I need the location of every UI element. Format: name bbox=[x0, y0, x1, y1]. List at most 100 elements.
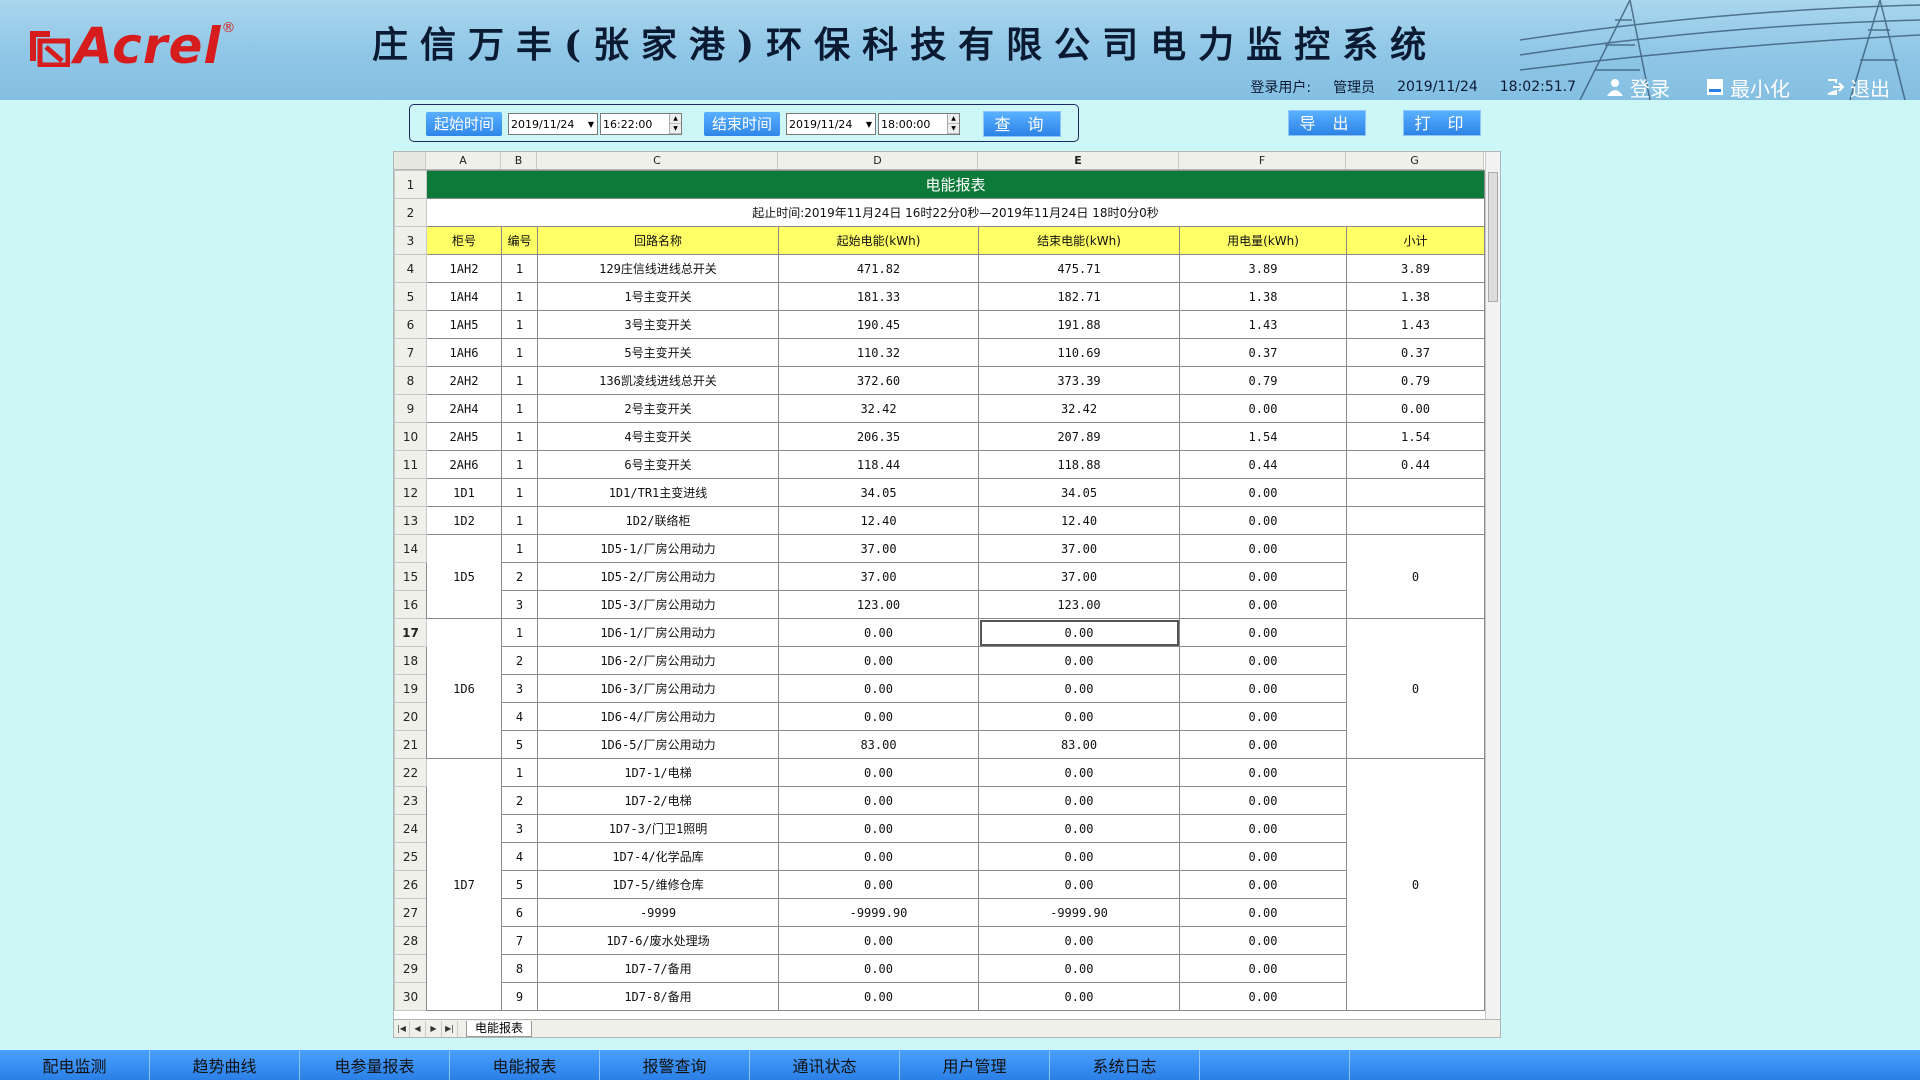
cabinet-cell[interactable]: 1D1 bbox=[426, 478, 502, 507]
end-energy-cell[interactable]: 37.00 bbox=[978, 562, 1180, 591]
row-number[interactable]: 18 bbox=[394, 646, 427, 675]
column-header[interactable]: B bbox=[501, 152, 537, 169]
end-energy-cell[interactable]: 207.89 bbox=[978, 422, 1180, 451]
row-number[interactable]: 10 bbox=[394, 422, 427, 451]
start-time-input[interactable] bbox=[601, 117, 669, 131]
circuit-name-cell[interactable]: 1D2/联络柜 bbox=[537, 506, 779, 535]
scrollbar-thumb[interactable] bbox=[1488, 172, 1498, 302]
row-number[interactable]: 12 bbox=[394, 478, 427, 507]
subtotal-cell[interactable]: 0.00 bbox=[1346, 394, 1485, 423]
table-row[interactable]: 22 1D7 1 1D7-1/电梯 0.00 0.00 0.00 0 bbox=[394, 758, 1485, 1011]
start-energy-cell[interactable]: 110.32 bbox=[778, 338, 979, 367]
start-energy-cell[interactable]: 0.00 bbox=[778, 926, 979, 955]
last-sheet-icon[interactable]: ▶| bbox=[442, 1020, 458, 1037]
end-time-stepper[interactable]: ▲▼ bbox=[878, 113, 960, 135]
minimize-button[interactable]: 最小化 bbox=[1706, 73, 1790, 100]
subtotal-cell[interactable]: 1.54 bbox=[1346, 422, 1485, 451]
table-row[interactable]: 23 2 1D7-2/电梯 0.00 0.00 0.00 bbox=[394, 786, 1485, 815]
row-number[interactable]: 3 bbox=[394, 226, 427, 255]
number-cell[interactable]: 1 bbox=[501, 758, 538, 787]
nav-user-management[interactable]: 用户管理 bbox=[900, 1050, 1050, 1080]
row-number[interactable]: 26 bbox=[394, 870, 427, 899]
row-number[interactable]: 16 bbox=[394, 590, 427, 619]
header-cell[interactable]: 小计 bbox=[1346, 226, 1485, 255]
start-energy-cell[interactable]: 0.00 bbox=[778, 786, 979, 815]
row-number[interactable]: 9 bbox=[394, 394, 427, 423]
number-cell[interactable]: 4 bbox=[501, 842, 538, 871]
nav-parameter-report[interactable]: 电参量报表 bbox=[300, 1050, 450, 1080]
cabinet-cell[interactable]: 1D7 bbox=[426, 758, 502, 1011]
circuit-name-cell[interactable]: 1D6-1/厂房公用动力 bbox=[537, 618, 779, 647]
circuit-name-cell[interactable]: 5号主变开关 bbox=[537, 338, 779, 367]
start-energy-cell[interactable]: 12.40 bbox=[778, 506, 979, 535]
table-row[interactable]: 13 1D2 1 1D2/联络柜 12.40 12.40 0.00 bbox=[394, 506, 1485, 535]
number-cell[interactable]: 7 bbox=[501, 926, 538, 955]
nav-energy-report[interactable]: 电能报表 bbox=[450, 1050, 600, 1080]
end-energy-cell[interactable]: 0.00 bbox=[978, 954, 1180, 983]
circuit-name-cell[interactable]: 1D7-8/备用 bbox=[537, 982, 779, 1011]
number-cell[interactable]: 2 bbox=[501, 646, 538, 675]
cabinet-cell[interactable]: 2AH2 bbox=[426, 366, 502, 395]
start-energy-cell[interactable]: 0.00 bbox=[778, 702, 979, 731]
start-energy-cell[interactable]: 190.45 bbox=[778, 310, 979, 339]
start-energy-cell[interactable]: 471.82 bbox=[778, 254, 979, 283]
row-number[interactable]: 14 bbox=[394, 534, 427, 563]
row-number[interactable]: 4 bbox=[394, 254, 427, 283]
usage-cell[interactable]: 0.00 bbox=[1179, 534, 1347, 563]
end-energy-cell[interactable]: 475.71 bbox=[978, 254, 1180, 283]
spin-icon[interactable]: ▲ ▼ bbox=[669, 114, 681, 134]
start-energy-cell[interactable]: 37.00 bbox=[778, 534, 979, 563]
sheet-tab[interactable]: 电能报表 bbox=[466, 1020, 533, 1037]
number-cell[interactable]: 2 bbox=[501, 786, 538, 815]
subtotal-cell[interactable]: 1.43 bbox=[1346, 310, 1485, 339]
row-number[interactable]: 23 bbox=[394, 786, 427, 815]
table-row[interactable]: 19 3 1D6-3/厂房公用动力 0.00 0.00 0.00 bbox=[394, 674, 1485, 703]
usage-cell[interactable]: 0.00 bbox=[1179, 730, 1347, 759]
nav-alarm-query[interactable]: 报警查询 bbox=[600, 1050, 750, 1080]
header-cell[interactable]: 回路名称 bbox=[537, 226, 779, 255]
subtotal-cell[interactable]: 0.44 bbox=[1346, 450, 1485, 479]
subtotal-cell[interactable]: 0 bbox=[1346, 534, 1485, 619]
table-row[interactable]: 12 1D1 1 1D1/TR1主变进线 34.05 34.05 0.00 bbox=[394, 478, 1485, 507]
circuit-name-cell[interactable]: 1D5-2/厂房公用动力 bbox=[537, 562, 779, 591]
row-number[interactable]: 29 bbox=[394, 954, 427, 983]
cabinet-cell[interactable]: 2AH4 bbox=[426, 394, 502, 423]
number-cell[interactable]: 1 bbox=[501, 478, 538, 507]
end-energy-cell[interactable]: 110.69 bbox=[978, 338, 1180, 367]
subtotal-cell[interactable]: 0.37 bbox=[1346, 338, 1485, 367]
table-row[interactable]: 6 1AH5 1 3号主变开关 190.45 191.88 1.43 1.43 bbox=[394, 310, 1485, 339]
end-energy-cell[interactable]: 0.00 bbox=[978, 842, 1180, 871]
spin-icon[interactable]: ▲ ▼ bbox=[947, 114, 959, 134]
subtotal-cell[interactable]: 1.38 bbox=[1346, 282, 1485, 311]
usage-cell[interactable]: 0.00 bbox=[1179, 702, 1347, 731]
circuit-name-cell[interactable]: 1D5-1/厂房公用动力 bbox=[537, 534, 779, 563]
end-energy-cell[interactable]: 0.00 bbox=[978, 786, 1180, 815]
end-energy-cell[interactable]: 0.00 bbox=[978, 982, 1180, 1011]
start-energy-cell[interactable]: -9999.90 bbox=[778, 898, 979, 927]
circuit-name-cell[interactable]: 1号主变开关 bbox=[537, 282, 779, 311]
table-row[interactable]: 5 1AH4 1 1号主变开关 181.33 182.71 1.38 1.38 bbox=[394, 282, 1485, 311]
usage-cell[interactable]: 1.54 bbox=[1179, 422, 1347, 451]
subtotal-cell[interactable] bbox=[1346, 506, 1485, 535]
end-energy-cell[interactable]: 373.39 bbox=[978, 366, 1180, 395]
row-number[interactable]: 28 bbox=[394, 926, 427, 955]
usage-cell[interactable]: 0.37 bbox=[1179, 338, 1347, 367]
end-time-input[interactable] bbox=[879, 117, 947, 131]
start-energy-cell[interactable]: 181.33 bbox=[778, 282, 979, 311]
start-energy-cell[interactable]: 123.00 bbox=[778, 590, 979, 619]
usage-cell[interactable]: 0.00 bbox=[1179, 674, 1347, 703]
start-date-picker[interactable]: ▼ bbox=[508, 113, 598, 135]
end-energy-cell[interactable]: 0.00 bbox=[978, 926, 1180, 955]
row-number[interactable]: 19 bbox=[394, 674, 427, 703]
query-button[interactable]: 查 询 bbox=[983, 111, 1061, 137]
end-energy-cell[interactable]: 0.00 bbox=[978, 758, 1180, 787]
number-cell[interactable]: 6 bbox=[501, 898, 538, 927]
number-cell[interactable]: 3 bbox=[501, 814, 538, 843]
usage-cell[interactable]: 0.00 bbox=[1179, 786, 1347, 815]
circuit-name-cell[interactable]: 1D7-5/维修仓库 bbox=[537, 870, 779, 899]
column-header[interactable]: G bbox=[1346, 152, 1484, 169]
first-sheet-icon[interactable]: |◀ bbox=[394, 1020, 410, 1037]
number-cell[interactable]: 1 bbox=[501, 618, 538, 647]
number-cell[interactable]: 1 bbox=[501, 506, 538, 535]
exit-button[interactable]: 退出 bbox=[1826, 73, 1890, 100]
